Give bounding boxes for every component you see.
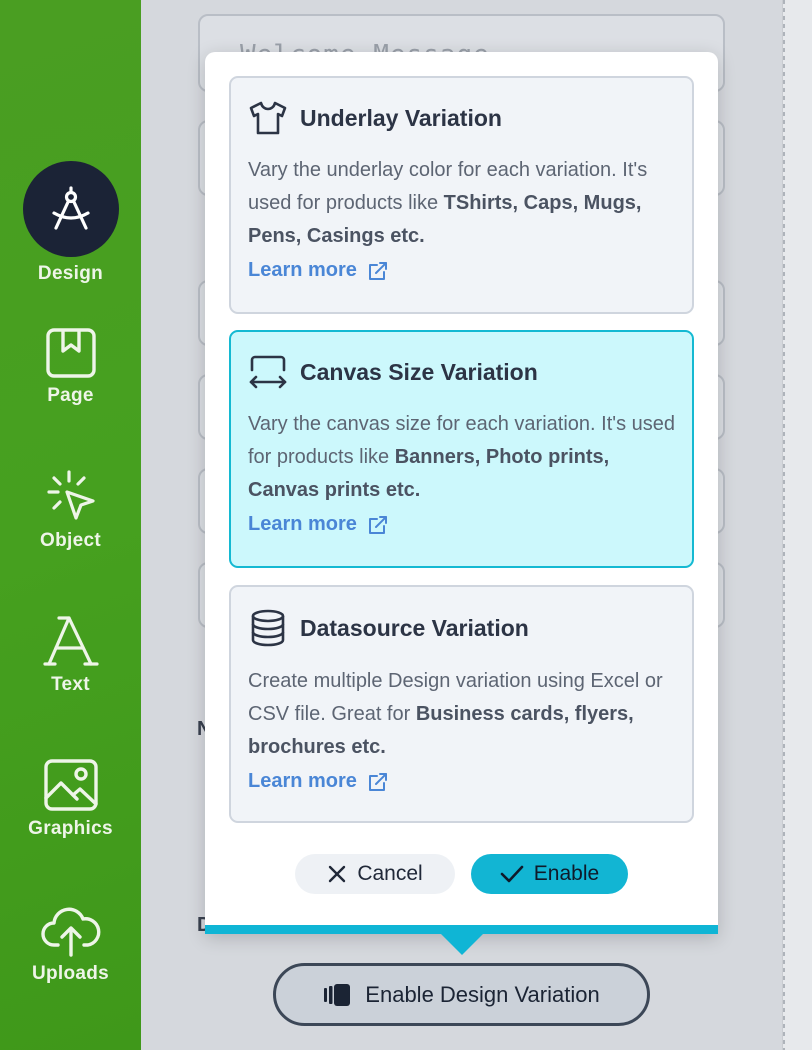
sidebar-item-label: Object: [40, 530, 101, 551]
bookmark-icon: [45, 328, 96, 378]
sidebar-item-uploads[interactable]: Uploads: [0, 905, 141, 985]
variation-card-canvas-size[interactable]: Canvas Size Variation Vary the canvas si…: [229, 330, 694, 568]
cloud-upload-icon: [40, 907, 100, 957]
sidebar-item-label: Uploads: [31, 963, 110, 984]
sidebar: Design Page Object Text Graphics Uploads: [0, 0, 141, 1050]
image-icon: [43, 759, 98, 811]
variation-type-popup: Underlay Variation Vary the underlay col…: [205, 52, 718, 934]
card-description: Vary the canvas size for each variation.…: [248, 413, 675, 501]
sidebar-item-design[interactable]: Design: [0, 161, 141, 285]
active-bubble: [22, 161, 119, 257]
card-title: Canvas Size Variation: [300, 358, 538, 385]
learn-more-link[interactable]: Learn more: [248, 259, 675, 282]
external-link-icon: [368, 772, 387, 791]
letter-a-icon: [42, 616, 99, 666]
card-title: Datasource Variation: [300, 614, 529, 641]
popup-pointer: [440, 933, 484, 955]
learn-more-link[interactable]: Learn more: [248, 770, 675, 793]
card-description: Vary the underlay color for each variati…: [248, 159, 648, 247]
canvas-resize-icon: [249, 355, 287, 389]
popup-actions: Cancel Enable: [205, 854, 718, 894]
external-link-icon: [368, 261, 387, 280]
sidebar-item-graphics[interactable]: Graphics: [0, 758, 141, 840]
right-ruler: [782, 0, 812, 1050]
compass-icon: [51, 186, 90, 230]
check-icon: [500, 865, 524, 883]
sidebar-item-page[interactable]: Page: [0, 327, 141, 407]
sidebar-item-label: Graphics: [28, 818, 113, 839]
sidebar-item-label: Design: [37, 263, 104, 284]
sidebar-item-text[interactable]: Text: [0, 614, 141, 696]
external-link-icon: [368, 515, 387, 534]
sidebar-item-label: Text: [51, 674, 90, 695]
close-icon: [329, 865, 346, 883]
sidebar-item-label: Page: [47, 385, 94, 406]
learn-more-link[interactable]: Learn more: [248, 513, 675, 536]
database-icon: [251, 609, 285, 647]
card-description: Create multiple Design variation using E…: [248, 670, 663, 758]
card-title: Underlay Variation: [300, 104, 502, 131]
sidebar-item-object[interactable]: Object: [0, 470, 141, 552]
tshirt-icon: [249, 101, 287, 135]
cursor-click-icon: [46, 470, 95, 520]
enable-button[interactable]: Enable: [471, 854, 628, 894]
variation-card-underlay[interactable]: Underlay Variation Vary the underlay col…: [229, 76, 694, 314]
enable-design-variation-button[interactable]: Enable Design Variation: [273, 963, 650, 1026]
cancel-button[interactable]: Cancel: [295, 854, 455, 894]
variation-card-datasource[interactable]: Datasource Variation Create multiple Des…: [229, 585, 694, 823]
layers-stack-icon: [324, 983, 351, 1006]
